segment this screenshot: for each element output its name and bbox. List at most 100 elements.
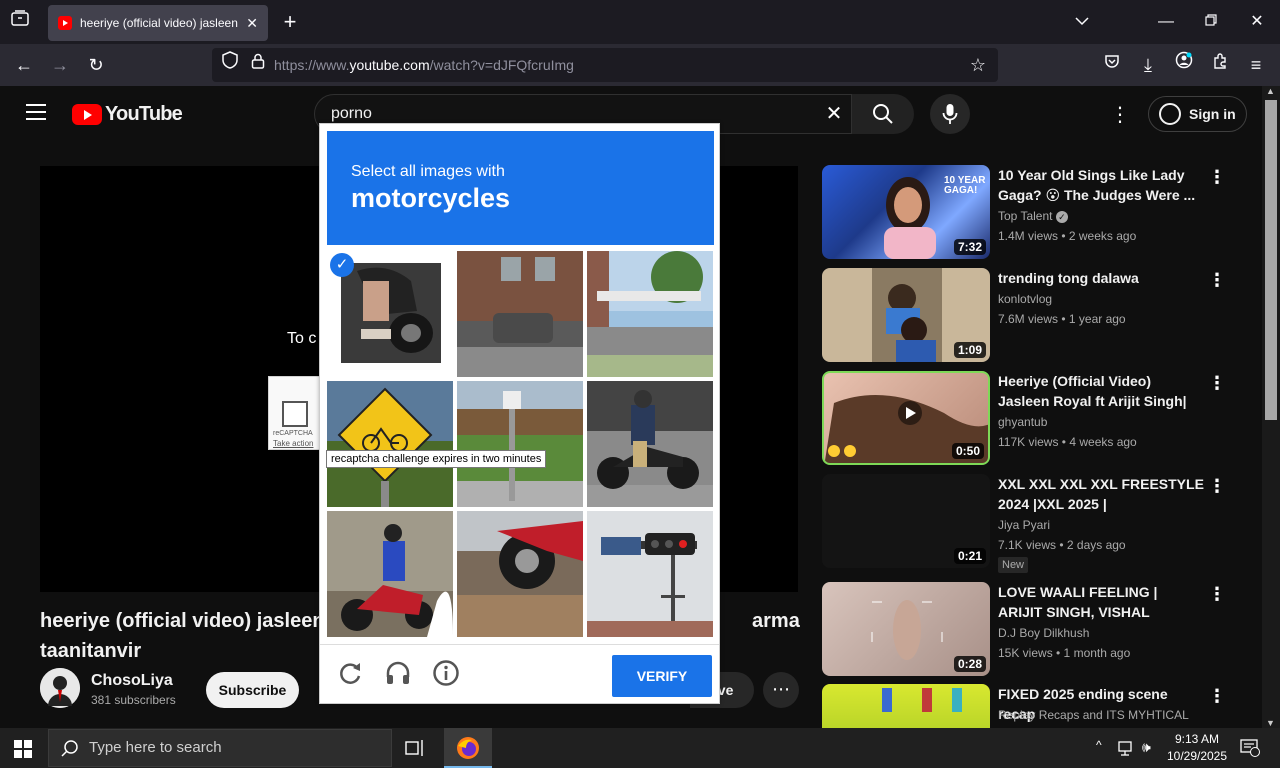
- settings-more-icon[interactable]: ⋮: [1110, 102, 1130, 126]
- close-window-icon[interactable]: ✕: [1243, 8, 1271, 36]
- recaptcha-widget[interactable]: reCAPTCHA Take action: [268, 376, 324, 450]
- channel-name[interactable]: ghyantub: [998, 415, 1047, 429]
- recommendation-item[interactable]: 0:28 LOVE WAALI FEELING | ARIJIT SINGH, …: [822, 582, 1242, 678]
- account-icon[interactable]: [1170, 51, 1198, 79]
- channel-name[interactable]: ChosoLiya: [91, 672, 173, 690]
- subscribe-button[interactable]: Subscribe: [206, 672, 299, 708]
- channel-avatar[interactable]: [40, 668, 80, 708]
- lock-icon[interactable]: [244, 51, 272, 79]
- pocket-icon[interactable]: [1098, 51, 1126, 79]
- sign-in-button[interactable]: Sign in: [1148, 96, 1247, 132]
- taskbar-search-input[interactable]: Type here to search: [48, 729, 392, 767]
- close-tab-icon[interactable]: ✕: [246, 15, 258, 32]
- video-title[interactable]: trending tong dalawa: [998, 268, 1204, 288]
- channel-name[interactable]: Replay Recaps and ITS MYHTICAL: [998, 708, 1189, 722]
- captcha-tile-6[interactable]: [587, 381, 713, 507]
- video-title[interactable]: Heeriye (Official Video) Jasleen Royal f…: [998, 371, 1204, 411]
- recaptcha-checkbox[interactable]: [282, 401, 308, 427]
- info-icon[interactable]: [432, 659, 460, 687]
- reload-icon[interactable]: ↻: [82, 51, 110, 79]
- more-options-icon[interactable]: ⋮: [1208, 270, 1226, 291]
- scrollbar-thumb[interactable]: [1265, 100, 1277, 420]
- recommendation-item[interactable]: FIXED 2025 ending scene recap Replay Rec…: [822, 684, 1242, 728]
- video-title[interactable]: LOVE WAALI FEELING | ARIJIT SINGH, VISHA…: [998, 582, 1204, 622]
- video-thumbnail[interactable]: [822, 684, 990, 728]
- video-thumbnail[interactable]: 0:50: [822, 371, 990, 465]
- channel-name[interactable]: Top Talent ✓: [998, 209, 1068, 223]
- captcha-tile-4[interactable]: [327, 381, 453, 507]
- new-tab-icon[interactable]: +: [276, 8, 304, 36]
- downloads-icon[interactable]: ⤓: [1134, 51, 1162, 79]
- video-duration: 0:21: [953, 548, 986, 564]
- back-icon[interactable]: ←: [10, 51, 38, 79]
- video-thumbnail[interactable]: 10 YEAR GAGA! 7:32: [822, 165, 990, 259]
- windows-taskbar: Type here to search ^ 🕪 9:13 AM 10/29/20…: [0, 728, 1280, 768]
- video-title-tail: arma: [752, 610, 800, 632]
- audio-challenge-icon[interactable]: [384, 659, 412, 687]
- notifications-icon[interactable]: [1240, 739, 1260, 762]
- task-view-icon[interactable]: [404, 738, 426, 758]
- url-domain: youtube.com: [349, 57, 430, 73]
- shield-icon[interactable]: [216, 51, 244, 79]
- challenge-expiry-tooltip: recaptcha challenge expires in two minut…: [326, 450, 547, 468]
- video-thumbnail[interactable]: 0:21: [822, 474, 990, 568]
- forward-icon[interactable]: →: [46, 51, 74, 79]
- captcha-tile-8[interactable]: [457, 511, 583, 637]
- list-tabs-chevron-icon[interactable]: [1068, 8, 1096, 36]
- recommendation-item[interactable]: 1:09 trending tong dalawa konlotvlog 7.6…: [822, 268, 1242, 364]
- scroll-up-arrow-icon[interactable]: ▲: [1266, 86, 1275, 96]
- captcha-tile-3[interactable]: [587, 251, 713, 377]
- captcha-tile-2[interactable]: [457, 251, 583, 377]
- windows-start-icon[interactable]: [14, 740, 32, 758]
- reload-challenge-icon[interactable]: [336, 659, 364, 687]
- menu-icon[interactable]: ≡: [1242, 51, 1270, 79]
- recommendation-item[interactable]: 0:50 Heeriye (Official Video) Jasleen Ro…: [822, 371, 1242, 467]
- challenge-instruction: Select all images with: [351, 163, 505, 180]
- captcha-tile-5[interactable]: [457, 381, 583, 507]
- clock-time: 9:13 AM: [1174, 732, 1220, 746]
- video-title[interactable]: 10 Year Old Sings Like Lady Gaga? 😮 The …: [998, 165, 1204, 205]
- page-scrollbar[interactable]: ▲ ▼: [1262, 86, 1280, 728]
- recaptcha-take-action-link[interactable]: Take action: [273, 439, 313, 448]
- url-prefix: https://www.: [274, 57, 350, 73]
- challenge-footer: VERIFY: [320, 644, 719, 703]
- url-bar[interactable]: https://www. youtube.com/watch?v=dJFQfcru…: [212, 48, 998, 82]
- captcha-tile-1[interactable]: ✓: [327, 251, 453, 377]
- voice-search-button[interactable]: [930, 94, 970, 134]
- show-hidden-icons-icon[interactable]: ^: [1096, 738, 1102, 752]
- video-thumbnail[interactable]: 1:09: [822, 268, 990, 362]
- browser-tab[interactable]: heeriye (official video) jasleen r ✕: [48, 5, 268, 41]
- captcha-tile-9[interactable]: [587, 511, 713, 637]
- volume-icon[interactable]: 🕪: [1142, 739, 1151, 756]
- search-icon: [61, 740, 78, 757]
- guide-menu-icon[interactable]: [26, 104, 46, 120]
- search-button[interactable]: [852, 94, 914, 134]
- bookmark-star-icon[interactable]: ☆: [964, 51, 992, 79]
- sign-in-label: Sign in: [1189, 106, 1236, 122]
- clear-search-icon[interactable]: ✕: [820, 100, 848, 128]
- system-clock[interactable]: 9:13 AM 10/29/2025: [1162, 731, 1232, 765]
- verify-button[interactable]: VERIFY: [612, 655, 712, 697]
- network-icon[interactable]: [1118, 740, 1136, 761]
- channel-name[interactable]: konlotvlog: [998, 292, 1052, 306]
- tab-overview-icon[interactable]: [6, 8, 34, 36]
- more-options-icon[interactable]: ⋮: [1208, 167, 1226, 188]
- recommendation-item[interactable]: 10 YEAR GAGA! 7:32 10 Year Old Sings Like…: [822, 165, 1242, 261]
- more-options-icon[interactable]: ⋮: [1208, 686, 1226, 707]
- recommendation-item[interactable]: 0:21 XXL XXL XXL XXL FREESTYLE 2024 |XXL…: [822, 474, 1242, 573]
- video-title[interactable]: XXL XXL XXL XXL FREESTYLE 2024 |XXL 2025…: [998, 474, 1204, 514]
- extensions-icon[interactable]: [1206, 51, 1234, 79]
- more-options-icon[interactable]: ⋮: [1208, 584, 1226, 605]
- more-actions-button[interactable]: ⋯: [763, 672, 799, 708]
- channel-name[interactable]: Jiya Pyari: [998, 518, 1050, 532]
- scroll-down-arrow-icon[interactable]: ▼: [1266, 718, 1275, 728]
- restore-icon[interactable]: [1197, 8, 1225, 36]
- captcha-tile-7[interactable]: [327, 511, 453, 637]
- video-thumbnail[interactable]: 0:28: [822, 582, 990, 676]
- channel-name[interactable]: D.J Boy Dilkhush: [998, 626, 1089, 640]
- youtube-logo[interactable]: YouTube: [72, 103, 183, 126]
- more-options-icon[interactable]: ⋮: [1208, 476, 1226, 497]
- more-options-icon[interactable]: ⋮: [1208, 373, 1226, 394]
- minimize-icon[interactable]: —: [1152, 8, 1180, 36]
- firefox-taskbar-button[interactable]: [444, 728, 492, 768]
